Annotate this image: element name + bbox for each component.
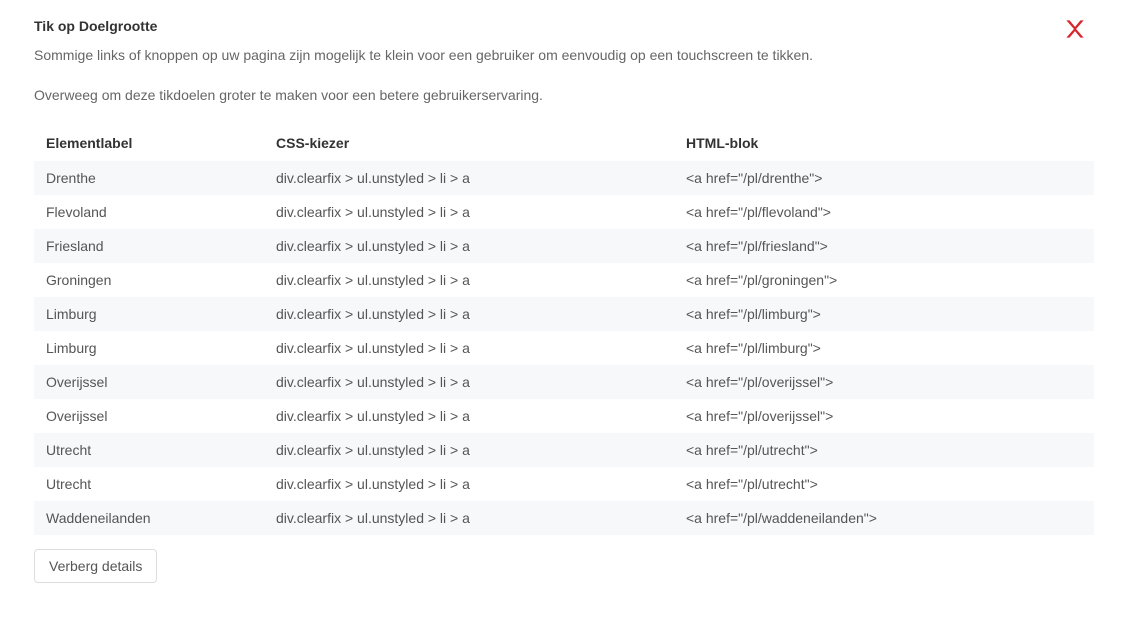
table-row: Groningendiv.clearfix > ul.unstyled > li… [34, 263, 1094, 297]
issues-table-wrap: Elementlabel CSS-kiezer HTML-blok Drenth… [34, 125, 1094, 535]
cell-element-label: Friesland [34, 229, 264, 263]
hide-details-button[interactable]: Verberg details [34, 549, 157, 583]
cell-element-label: Overijssel [34, 365, 264, 399]
cell-html-block: <a href="/pl/limburg"> [674, 297, 1094, 331]
section-header: Tik op Doelgrootte [34, 18, 1094, 44]
col-header-label: Elementlabel [34, 125, 264, 161]
cell-html-block: <a href="/pl/overijssel"> [674, 365, 1094, 399]
cell-css-selector: div.clearfix > ul.unstyled > li > a [264, 399, 674, 433]
table-header-row: Elementlabel CSS-kiezer HTML-blok [34, 125, 1094, 161]
cell-html-block: <a href="/pl/flevoland"> [674, 195, 1094, 229]
cell-element-label: Utrecht [34, 433, 264, 467]
cell-element-label: Groningen [34, 263, 264, 297]
cell-element-label: Overijssel [34, 399, 264, 433]
cell-css-selector: div.clearfix > ul.unstyled > li > a [264, 433, 674, 467]
table-row: Frieslanddiv.clearfix > ul.unstyled > li… [34, 229, 1094, 263]
table-row: Waddeneilandendiv.clearfix > ul.unstyled… [34, 501, 1094, 535]
table-row: Overijsseldiv.clearfix > ul.unstyled > l… [34, 399, 1094, 433]
col-header-html: HTML-blok [674, 125, 1094, 161]
cell-css-selector: div.clearfix > ul.unstyled > li > a [264, 467, 674, 501]
tap-target-section: Tik op Doelgrootte Sommige links of knop… [0, 0, 1128, 613]
cell-css-selector: div.clearfix > ul.unstyled > li > a [264, 263, 674, 297]
section-title: Tik op Doelgrootte [34, 18, 157, 34]
cell-html-block: <a href="/pl/limburg"> [674, 331, 1094, 365]
table-row: Overijsseldiv.clearfix > ul.unstyled > l… [34, 365, 1094, 399]
close-icon[interactable] [1062, 16, 1088, 42]
table-row: Utrechtdiv.clearfix > ul.unstyled > li >… [34, 467, 1094, 501]
section-heading-block: Tik op Doelgrootte [34, 18, 157, 44]
table-row: Limburgdiv.clearfix > ul.unstyled > li >… [34, 331, 1094, 365]
cell-element-label: Limburg [34, 297, 264, 331]
col-header-css: CSS-kiezer [264, 125, 674, 161]
cell-css-selector: div.clearfix > ul.unstyled > li > a [264, 297, 674, 331]
section-desc-2: Overweeg om deze tikdoelen groter te mak… [34, 84, 1094, 106]
table-row: Limburgdiv.clearfix > ul.unstyled > li >… [34, 297, 1094, 331]
cell-css-selector: div.clearfix > ul.unstyled > li > a [264, 501, 674, 535]
cell-css-selector: div.clearfix > ul.unstyled > li > a [264, 161, 674, 195]
cell-element-label: Drenthe [34, 161, 264, 195]
cell-element-label: Waddeneilanden [34, 501, 264, 535]
cell-html-block: <a href="/pl/friesland"> [674, 229, 1094, 263]
cell-html-block: <a href="/pl/utrecht"> [674, 433, 1094, 467]
cell-html-block: <a href="/pl/groningen"> [674, 263, 1094, 297]
cell-element-label: Limburg [34, 331, 264, 365]
cell-css-selector: div.clearfix > ul.unstyled > li > a [264, 229, 674, 263]
cell-css-selector: div.clearfix > ul.unstyled > li > a [264, 365, 674, 399]
cell-html-block: <a href="/pl/utrecht"> [674, 467, 1094, 501]
cell-element-label: Flevoland [34, 195, 264, 229]
cell-html-block: <a href="/pl/drenthe"> [674, 161, 1094, 195]
table-row: Flevolanddiv.clearfix > ul.unstyled > li… [34, 195, 1094, 229]
section-desc-1: Sommige links of knoppen op uw pagina zi… [34, 44, 1094, 66]
cell-element-label: Utrecht [34, 467, 264, 501]
cell-css-selector: div.clearfix > ul.unstyled > li > a [264, 195, 674, 229]
cell-html-block: <a href="/pl/overijssel"> [674, 399, 1094, 433]
issues-table: Elementlabel CSS-kiezer HTML-blok Drenth… [34, 125, 1094, 535]
cell-html-block: <a href="/pl/waddeneilanden"> [674, 501, 1094, 535]
cell-css-selector: div.clearfix > ul.unstyled > li > a [264, 331, 674, 365]
table-row: Drenthediv.clearfix > ul.unstyled > li >… [34, 161, 1094, 195]
table-row: Utrechtdiv.clearfix > ul.unstyled > li >… [34, 433, 1094, 467]
